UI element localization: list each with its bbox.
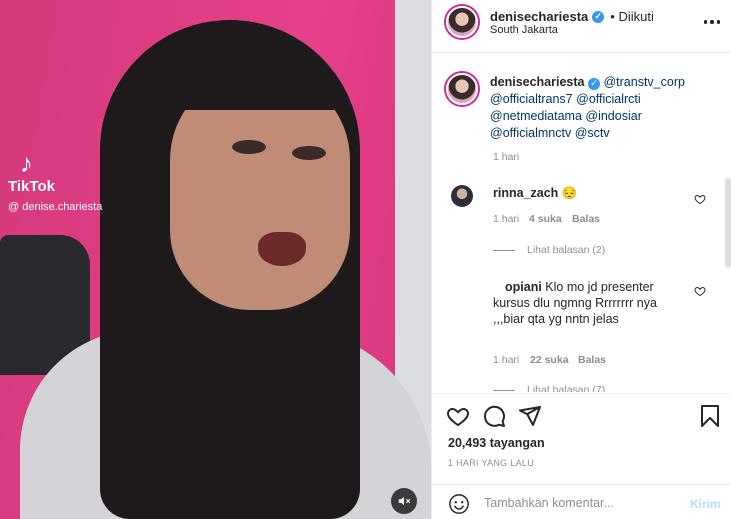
scrollbar-thumb[interactable] xyxy=(725,178,731,268)
video-eye-right xyxy=(292,146,326,160)
posted-time: 1 HARI YANG LALU xyxy=(448,458,534,468)
mention-link[interactable]: @sctv xyxy=(575,126,610,140)
mention-link[interactable]: @officialmnctv xyxy=(490,126,571,140)
tiktok-logo-icon: ♪ xyxy=(20,148,33,178)
comment-time: 1 hari xyxy=(493,213,520,225)
comment-username[interactable]: opiani xyxy=(505,280,542,294)
comment-text: rinna_zach 😔 xyxy=(493,186,577,201)
profile-avatar[interactable] xyxy=(446,6,478,38)
paper-plane-icon[interactable] xyxy=(518,404,542,428)
caption-username[interactable]: denisechariesta xyxy=(490,75,585,89)
more-horizontal-icon[interactable] xyxy=(704,20,720,26)
post-comment-button[interactable]: Kirim xyxy=(690,497,721,511)
comment-bar: Kirim xyxy=(432,484,731,519)
comment-body: 😔 xyxy=(561,186,578,200)
post-header: denisechariesta ✓ • Diikuti South Jakart… xyxy=(432,0,731,53)
verified-badge-icon: ✓ xyxy=(592,10,605,23)
caption-avatar[interactable] xyxy=(446,73,478,105)
mention-link[interactable]: @indosiar xyxy=(585,109,641,123)
video-mouth xyxy=(258,232,306,266)
heart-icon[interactable] xyxy=(446,404,470,428)
tiktok-brand: TikTok xyxy=(8,178,55,195)
header-location[interactable]: South Jakarta xyxy=(490,24,558,36)
comment-input[interactable] xyxy=(484,493,674,513)
view-replies-label[interactable]: Lihat balasan (7) xyxy=(527,384,605,392)
comment-likes[interactable]: 22 suka xyxy=(530,354,569,366)
heart-icon[interactable] xyxy=(694,193,706,205)
comment-likes[interactable]: 4 suka xyxy=(529,213,562,225)
comment-avatar[interactable] xyxy=(451,185,473,207)
tiktok-watermark: ♪ TikTok @ denise.chariesta xyxy=(8,150,102,213)
header-username[interactable]: denisechariesta xyxy=(490,9,588,24)
view-replies[interactable]: Lihat balasan (7) xyxy=(493,384,605,392)
mention-link[interactable]: @officialrcti xyxy=(576,92,641,106)
reply-button[interactable]: Balas xyxy=(572,213,600,225)
reply-button[interactable]: Balas xyxy=(578,354,606,366)
caption-time: 1 hari xyxy=(493,151,520,163)
post-panel: denisechariesta ✓ • Diikuti South Jakart… xyxy=(431,0,731,519)
comments-section[interactable]: denisechariesta ✓ @transtv_corp @officia… xyxy=(432,54,731,392)
comments-scrollbar[interactable] xyxy=(724,54,731,392)
post-video[interactable]: ♪ TikTok @ denise.chariesta xyxy=(0,0,431,519)
caption-text: denisechariesta ✓ @transtv_corp @officia… xyxy=(490,74,690,142)
mention-link[interactable]: @transtv_corp xyxy=(603,75,684,89)
view-replies[interactable]: Lihat balasan (2) xyxy=(493,244,605,256)
bookmark-icon[interactable] xyxy=(698,404,722,428)
mention-link[interactable]: @netmediatama xyxy=(490,109,582,123)
comment-username[interactable]: rinna_zach xyxy=(493,186,558,200)
mention-link[interactable]: @officialtrans7 xyxy=(490,92,573,106)
comment-time: 1 hari xyxy=(493,354,520,366)
heart-icon[interactable] xyxy=(694,285,706,297)
follow-status[interactable]: • Diikuti xyxy=(610,9,654,24)
verified-badge-icon: ✓ xyxy=(587,77,600,90)
header-user: denisechariesta ✓ • Diikuti xyxy=(490,9,654,24)
view-count[interactable]: 20,493 tayangan xyxy=(448,436,545,450)
view-replies-label[interactable]: Lihat balasan (2) xyxy=(527,244,605,256)
volume-muted-icon[interactable] xyxy=(391,488,417,514)
comment-text: opiani Klo mo jd presenter kursus dlu ng… xyxy=(493,279,673,327)
emoji-icon[interactable] xyxy=(448,493,470,515)
video-eye-left xyxy=(232,140,266,154)
tiktok-handle: @ denise.chariesta xyxy=(8,201,103,213)
post-actions: 20,493 tayangan 1 HARI YANG LALU xyxy=(432,393,731,475)
comment-icon[interactable] xyxy=(482,404,506,428)
